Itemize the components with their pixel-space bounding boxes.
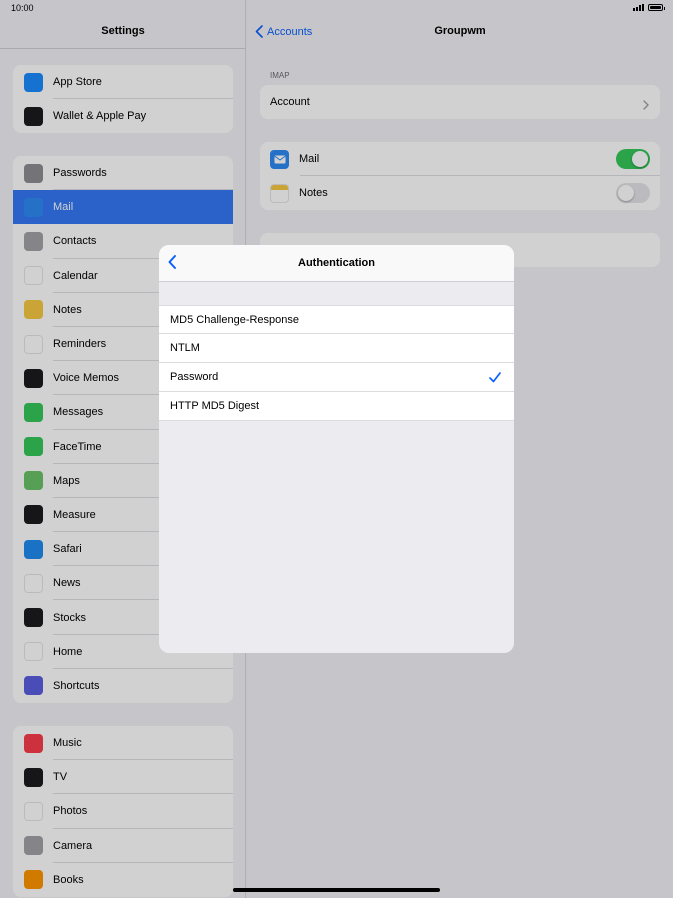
modal-title: Authentication	[298, 257, 375, 269]
auth-option-password[interactable]: Password	[159, 363, 514, 393]
auth-option-label: NTLM	[170, 342, 200, 355]
auth-option-label: MD5 Challenge-Response	[170, 313, 300, 326]
authentication-options-list: MD5 Challenge-Response NTLM Password HTTP M…	[159, 305, 514, 422]
status-bar: 10:00	[0, 0, 673, 18]
auth-option-label: HTTP MD5 Digest	[170, 400, 260, 413]
battery-fill	[650, 6, 661, 9]
modal-header: Authentication	[159, 245, 514, 282]
authentication-modal: Authentication MD5 Challenge-Response NTL…	[159, 245, 514, 653]
home-indicator[interactable]	[233, 888, 440, 892]
checkmark-icon	[489, 370, 501, 388]
signal-icon	[633, 4, 644, 11]
auth-option-md5-challenge-response[interactable]: MD5 Challenge-Response	[159, 305, 514, 335]
auth-option-http-md5-digest[interactable]: HTTP MD5 Digest	[159, 392, 514, 422]
screen: Settings App Store Wallet & Apple Pay Pass…	[0, 0, 673, 898]
status-time: 10:00	[11, 3, 34, 13]
auth-option-label: Password	[170, 371, 219, 384]
battery-icon	[648, 4, 665, 11]
status-icons	[633, 4, 665, 11]
auth-option-ntlm[interactable]: NTLM	[159, 334, 514, 364]
